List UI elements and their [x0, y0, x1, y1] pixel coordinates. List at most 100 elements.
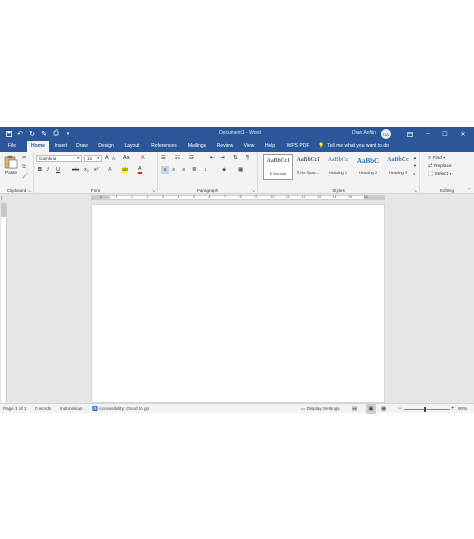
styles-scroll-up-icon[interactable]: ▲ [413, 154, 417, 162]
accessibility-status[interactable]: ♿ Accessibility: Good to go [92, 404, 149, 414]
align-left-icon[interactable]: ≡ [161, 166, 169, 174]
tab-draw[interactable]: Draw [74, 141, 90, 152]
user-name[interactable]: Dian Anfiin [352, 130, 376, 136]
strikethrough-button[interactable]: abc [72, 166, 79, 174]
multilevel-list-icon[interactable]: ☲ [189, 154, 194, 162]
collapse-ribbon-icon[interactable]: ⌃ [468, 186, 471, 194]
ribbon-display-icon[interactable] [402, 127, 418, 141]
change-case-button[interactable]: Aa [123, 154, 130, 162]
clipboard-launcher-icon[interactable]: ↘ [28, 188, 31, 193]
minimize-icon[interactable]: – [420, 127, 436, 141]
cut-icon[interactable]: ✂ [22, 154, 27, 162]
format-painter-icon[interactable]: 🖌 [22, 172, 29, 180]
font-size-select[interactable]: 12 ▼ [84, 155, 102, 162]
tab-wps-pdf[interactable]: WPS PDF [283, 141, 313, 152]
save-icon[interactable] [4, 127, 14, 141]
styles-launcher-icon[interactable]: ↘ [414, 188, 417, 193]
superscript-button[interactable]: x² [94, 166, 99, 174]
style-no-spacing[interactable]: AaBbCcI ¶ No Spac... [293, 154, 323, 180]
select-button[interactable]: ⬚ Select ▾ [428, 170, 451, 179]
pen-icon[interactable]: ✎ [39, 127, 49, 141]
word-count[interactable]: 0 words [35, 404, 51, 414]
shrink-font-button[interactable]: A [112, 155, 115, 163]
clear-formatting-button[interactable]: A [141, 154, 145, 162]
font-launcher-icon[interactable]: ↘ [152, 188, 155, 193]
style-heading-1[interactable]: AaBbCc Heading 1 [323, 154, 353, 180]
tab-design[interactable]: Design [95, 141, 117, 152]
decrease-indent-icon[interactable]: ⇤ [210, 154, 215, 162]
print-layout-icon[interactable]: ▣ [366, 404, 376, 414]
style-heading-2[interactable]: AaBbC Heading 2 [353, 154, 383, 180]
tab-layout[interactable]: Layout [121, 141, 143, 152]
zoom-out-button[interactable]: − [398, 404, 402, 414]
tab-view[interactable]: View [240, 141, 258, 152]
redo-icon[interactable]: ↻ [27, 127, 37, 141]
tab-file[interactable]: File [4, 141, 20, 152]
paste-button[interactable]: Paste [3, 154, 19, 178]
tab-review[interactable]: Review [214, 141, 236, 152]
align-right-icon[interactable]: ≡ [182, 166, 185, 174]
numbering-icon[interactable]: ☷ [175, 154, 180, 162]
zoom-in-button[interactable]: + [451, 404, 455, 414]
horizontal-ruler[interactable]: 2 1 1 2 3 4 5 6 7 8 9 10 11 12 13 14 15 16 [91, 195, 385, 200]
style-heading-3[interactable]: AaBbCc Heading 3 [383, 154, 413, 180]
language-status[interactable]: Indonesian [60, 404, 82, 414]
styles-more-icon[interactable]: ⩡ [413, 170, 415, 178]
styles-scroll-down-icon[interactable]: ▼ [413, 162, 417, 170]
ruler-number: 13 [317, 195, 321, 199]
highlight-button[interactable]: ab [122, 167, 128, 173]
display-settings-button[interactable]: ▭ Display Settings [301, 404, 340, 414]
ruler-number: 7 [224, 195, 226, 199]
customize-qat-icon[interactable]: ▾ [63, 127, 73, 141]
ruler-number: 9 [255, 195, 257, 199]
align-center-icon[interactable]: ≡ [172, 166, 175, 174]
sort-icon[interactable]: ⇅ [233, 154, 238, 162]
tab-selector-icon[interactable]: ⌊ [1, 195, 7, 201]
bullets-icon[interactable]: ☰ [161, 154, 166, 162]
zoom-slider-thumb[interactable] [423, 406, 426, 412]
subscript-button[interactable]: x₂ [84, 166, 89, 174]
zoom-slider[interactable] [404, 406, 450, 412]
tab-mailings[interactable]: Mailings [184, 141, 210, 152]
focus-mode-icon[interactable]: ▤ [352, 404, 357, 414]
maximize-icon[interactable]: ☐ [437, 127, 453, 141]
title-bar: ↶ ↻ ✎ ⎙ ▾ Document1 - Word Dian Anfiin D… [0, 127, 474, 141]
font-color-button[interactable]: A [138, 166, 142, 174]
bold-button[interactable]: B [38, 166, 42, 174]
grow-font-button[interactable]: A [105, 154, 109, 162]
tab-help[interactable]: Help [262, 141, 278, 152]
underline-button[interactable]: U [56, 166, 60, 174]
copy-icon[interactable]: ⧉ [22, 163, 26, 171]
vertical-ruler[interactable] [1, 203, 7, 403]
line-spacing-icon[interactable]: ↕ [204, 166, 207, 174]
tell-me-label: Tell me what you want to do [327, 143, 389, 149]
document-title: Document1 - Word [219, 130, 261, 136]
zoom-level[interactable]: 90% [458, 404, 467, 414]
editing-group: ⌕ Find ▾ ⇄ Replace ⬚ Select ▾ Editing ⌃ [420, 152, 474, 194]
style-normal[interactable]: AaBbCcI ¶ Normal [263, 154, 293, 180]
shading-icon[interactable]: ◈ [222, 166, 226, 174]
paragraph-group-label: Paragraph [196, 188, 219, 193]
avatar[interactable]: DA [381, 129, 391, 139]
document-page[interactable] [91, 204, 385, 403]
tab-home[interactable]: Home [27, 141, 49, 152]
justify-icon[interactable]: ≣ [192, 166, 197, 174]
increase-indent-icon[interactable]: ⇥ [220, 154, 225, 162]
page-count[interactable]: Page 1 of 1 [3, 404, 27, 414]
borders-icon[interactable]: ▦ [238, 166, 243, 174]
style-preview: AaBbCc [327, 157, 349, 163]
web-layout-icon[interactable]: ▦ [381, 404, 386, 414]
print-preview-icon[interactable]: ⎙ [51, 127, 61, 141]
ruler-number: 10 [270, 195, 275, 199]
text-effects-button[interactable]: A [108, 166, 112, 174]
show-hide-icon[interactable]: ¶ [246, 154, 249, 162]
style-preview: AaBbCcI [266, 158, 290, 164]
close-icon[interactable]: ✕ [455, 127, 471, 141]
undo-icon[interactable]: ↶ [15, 127, 25, 141]
tab-insert[interactable]: Insert [52, 141, 70, 152]
paragraph-launcher-icon[interactable]: ↘ [252, 188, 255, 193]
tell-me-search[interactable]: 💡 Tell me what you want to do [318, 141, 389, 152]
tab-references[interactable]: References [148, 141, 180, 152]
font-name-select[interactable]: Cambria ▼ [36, 155, 82, 162]
italic-button[interactable]: I [47, 166, 49, 174]
